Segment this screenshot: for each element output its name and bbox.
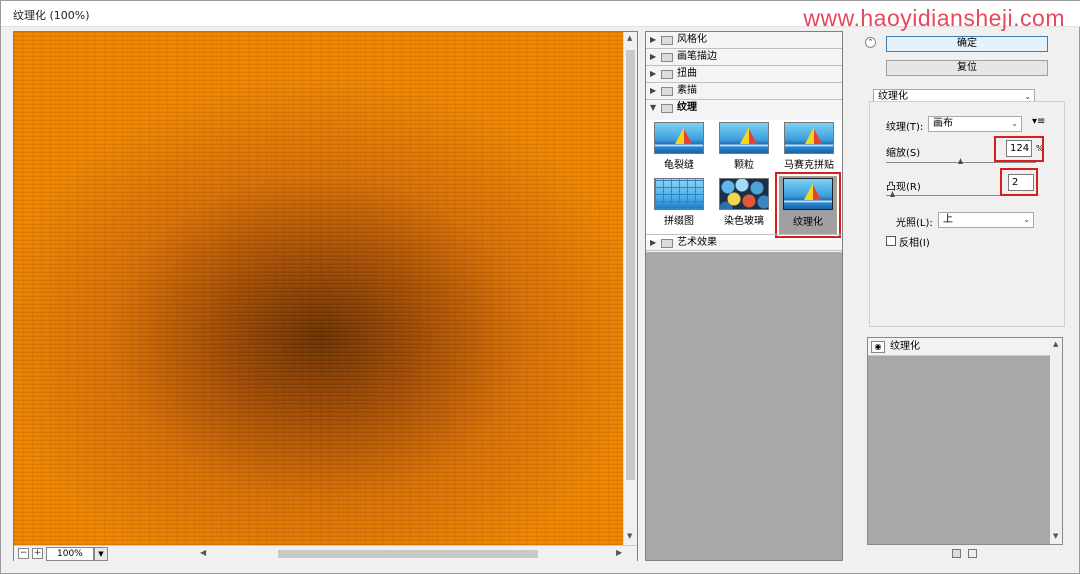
texture-label: 纹理(T): xyxy=(886,122,924,133)
category-brush-strokes[interactable]: ▶ 画笔描边 xyxy=(646,49,842,66)
scaling-label: 缩放(S) xyxy=(886,148,921,159)
scroll-up-icon[interactable]: ▲ xyxy=(627,34,632,42)
relief-label: 凸现(R) xyxy=(886,182,921,193)
effect-layer-item[interactable]: ◉ 纹理化 xyxy=(868,338,1050,356)
folder-open-icon xyxy=(661,104,673,113)
filter-label: 染色玻璃 xyxy=(724,216,764,227)
horizontal-scrollbar[interactable]: ◀ ▶ xyxy=(200,548,626,560)
texture-filter-thumbnails: 龟裂缝 颗粒 马赛克拼贴 拼缀图 染色玻璃 纹理化 xyxy=(646,120,842,240)
filter-thumbnail xyxy=(784,122,834,154)
texturizer-options: 纹理(T): 画布 ⌄ ▾≡ 缩放(S) 124 % 凸现(R) 2 光照(L)… xyxy=(869,101,1065,327)
filter-stained-glass[interactable]: 染色玻璃 xyxy=(716,178,772,232)
category-label: 画笔描边 xyxy=(677,51,717,62)
folder-icon xyxy=(661,36,673,45)
scroll-down-icon[interactable]: ▼ xyxy=(1053,532,1058,540)
folder-icon xyxy=(661,239,673,248)
invert-label: 反相(I) xyxy=(899,238,930,249)
filter-thumbnail xyxy=(719,122,769,154)
chevron-down-icon: ▼ xyxy=(98,550,104,558)
zoom-level-field[interactable]: 100% xyxy=(46,547,94,561)
vertical-scrollbar[interactable]: ▲ ▼ xyxy=(623,32,637,545)
filter-label: 马赛克拼贴 xyxy=(784,160,834,171)
invert-checkbox[interactable] xyxy=(886,236,896,246)
folder-icon xyxy=(661,70,673,79)
filter-thumbnail xyxy=(654,178,704,210)
ok-button[interactable]: 确定 xyxy=(886,36,1048,52)
expand-arrow-icon[interactable]: ▶ xyxy=(650,32,656,48)
layers-scrollbar[interactable]: ▲ ▼ xyxy=(1050,338,1062,544)
preview-frame: ▲ ▼ − + 100% ▼ ◀ ▶ xyxy=(13,31,638,561)
scaling-slider-handle[interactable] xyxy=(958,158,963,164)
category-distort[interactable]: ▶ 扭曲 xyxy=(646,66,842,83)
texture-select[interactable]: 画布 ⌄ xyxy=(928,116,1022,132)
filter-thumbnail xyxy=(719,178,769,210)
category-artistic[interactable]: ▶ 艺术效果 xyxy=(646,234,842,251)
zoom-bar: − + 100% ▼ ◀ ▶ xyxy=(14,545,637,561)
expand-arrow-icon[interactable]: ▶ xyxy=(650,235,656,251)
filter-label: 颗粒 xyxy=(734,160,754,171)
settings-panel: ⌃ 确定 复位 纹理化 ⌄ 纹理(T): 画布 ⌄ ▾≡ 缩放(S) 124 %… xyxy=(851,31,1073,561)
window-title: 纹理化 (100%) xyxy=(13,9,90,22)
category-label: 风格化 xyxy=(677,34,707,45)
chevron-down-icon: ⌄ xyxy=(1011,119,1018,128)
category-label: 素描 xyxy=(677,85,697,96)
scroll-right-icon[interactable]: ▶ xyxy=(616,548,622,557)
zoom-out-button[interactable]: − xyxy=(18,548,29,559)
filter-craquelure[interactable]: 龟裂缝 xyxy=(651,122,707,176)
preview-image[interactable] xyxy=(14,32,623,545)
highlight-box-scaling xyxy=(994,136,1044,162)
plus-icon: + xyxy=(33,548,42,558)
filter-label: 龟裂缝 xyxy=(664,160,694,171)
expand-arrow-icon[interactable]: ▶ xyxy=(650,66,656,82)
horizontal-scroll-thumb[interactable] xyxy=(278,550,538,558)
collapse-arrow-icon[interactable]: ▼ xyxy=(650,100,656,116)
filter-patchwork[interactable]: 拼缀图 xyxy=(651,178,707,232)
filter-mosaic-tiles[interactable]: 马赛克拼贴 xyxy=(781,122,837,176)
collapse-gallery-button[interactable]: ⌃ xyxy=(865,37,876,48)
delete-effect-layer-icon[interactable] xyxy=(968,549,977,558)
light-select-value: 上 xyxy=(943,214,953,225)
category-label: 扭曲 xyxy=(677,68,697,79)
effect-layers-list: ◉ 纹理化 ▲ ▼ xyxy=(867,337,1063,545)
light-label: 光照(L): xyxy=(896,218,933,229)
zoom-dropdown-button[interactable]: ▼ xyxy=(94,547,108,561)
watermark: www.haoyidiansheji.com xyxy=(803,5,1065,31)
eye-icon[interactable]: ◉ xyxy=(871,341,885,353)
filter-grain[interactable]: 颗粒 xyxy=(716,122,772,176)
effect-layer-label: 纹理化 xyxy=(890,341,920,352)
scroll-down-icon[interactable]: ▼ xyxy=(627,532,632,540)
folder-icon xyxy=(661,53,673,62)
expand-arrow-icon[interactable]: ▶ xyxy=(650,83,656,99)
category-stylize[interactable]: ▶ 风格化 xyxy=(646,32,842,49)
reset-button[interactable]: 复位 xyxy=(886,60,1048,76)
new-effect-layer-icon[interactable] xyxy=(952,549,961,558)
category-label: 纹理 xyxy=(677,102,697,113)
scroll-left-icon[interactable]: ◀ xyxy=(200,548,206,557)
vertical-scroll-thumb[interactable] xyxy=(626,50,635,480)
filter-thumbnail xyxy=(654,122,704,154)
category-texture[interactable]: ▼ 纹理 xyxy=(646,100,842,117)
chevron-down-icon: ⌄ xyxy=(1023,215,1030,224)
filter-category-list: ▶ 风格化 ▶ 画笔描边 ▶ 扭曲 ▶ 素描 ▼ 纹理 龟裂缝 颗粒 马赛克拼贴… xyxy=(646,32,842,252)
filter-label: 拼缀图 xyxy=(664,216,694,227)
panel-menu-icon[interactable]: ▾≡ xyxy=(1032,116,1045,127)
texture-select-value: 画布 xyxy=(933,118,953,129)
title-bar: 纹理化 (100%) www.haoyidiansheji.com xyxy=(1,1,1080,31)
expand-arrow-icon[interactable]: ▶ xyxy=(650,49,656,65)
scroll-up-icon[interactable]: ▲ xyxy=(1053,340,1058,348)
filter-gallery: ▶ 风格化 ▶ 画笔描边 ▶ 扭曲 ▶ 素描 ▼ 纹理 龟裂缝 颗粒 马赛克拼贴… xyxy=(645,31,843,561)
folder-icon xyxy=(661,87,673,96)
double-chevron-up-icon: ⌃ xyxy=(867,38,874,46)
light-select[interactable]: 上 ⌄ xyxy=(938,212,1034,228)
selection-highlight-box xyxy=(775,172,841,238)
category-sketch[interactable]: ▶ 素描 xyxy=(646,83,842,100)
zoom-in-button[interactable]: + xyxy=(32,548,43,559)
highlight-box-relief xyxy=(1000,168,1038,196)
minus-icon: − xyxy=(19,548,28,558)
filter-gallery-window: 纹理化 (100%) www.haoyidiansheji.com ▲ ▼ − … xyxy=(0,0,1080,574)
category-label: 艺术效果 xyxy=(677,237,717,248)
